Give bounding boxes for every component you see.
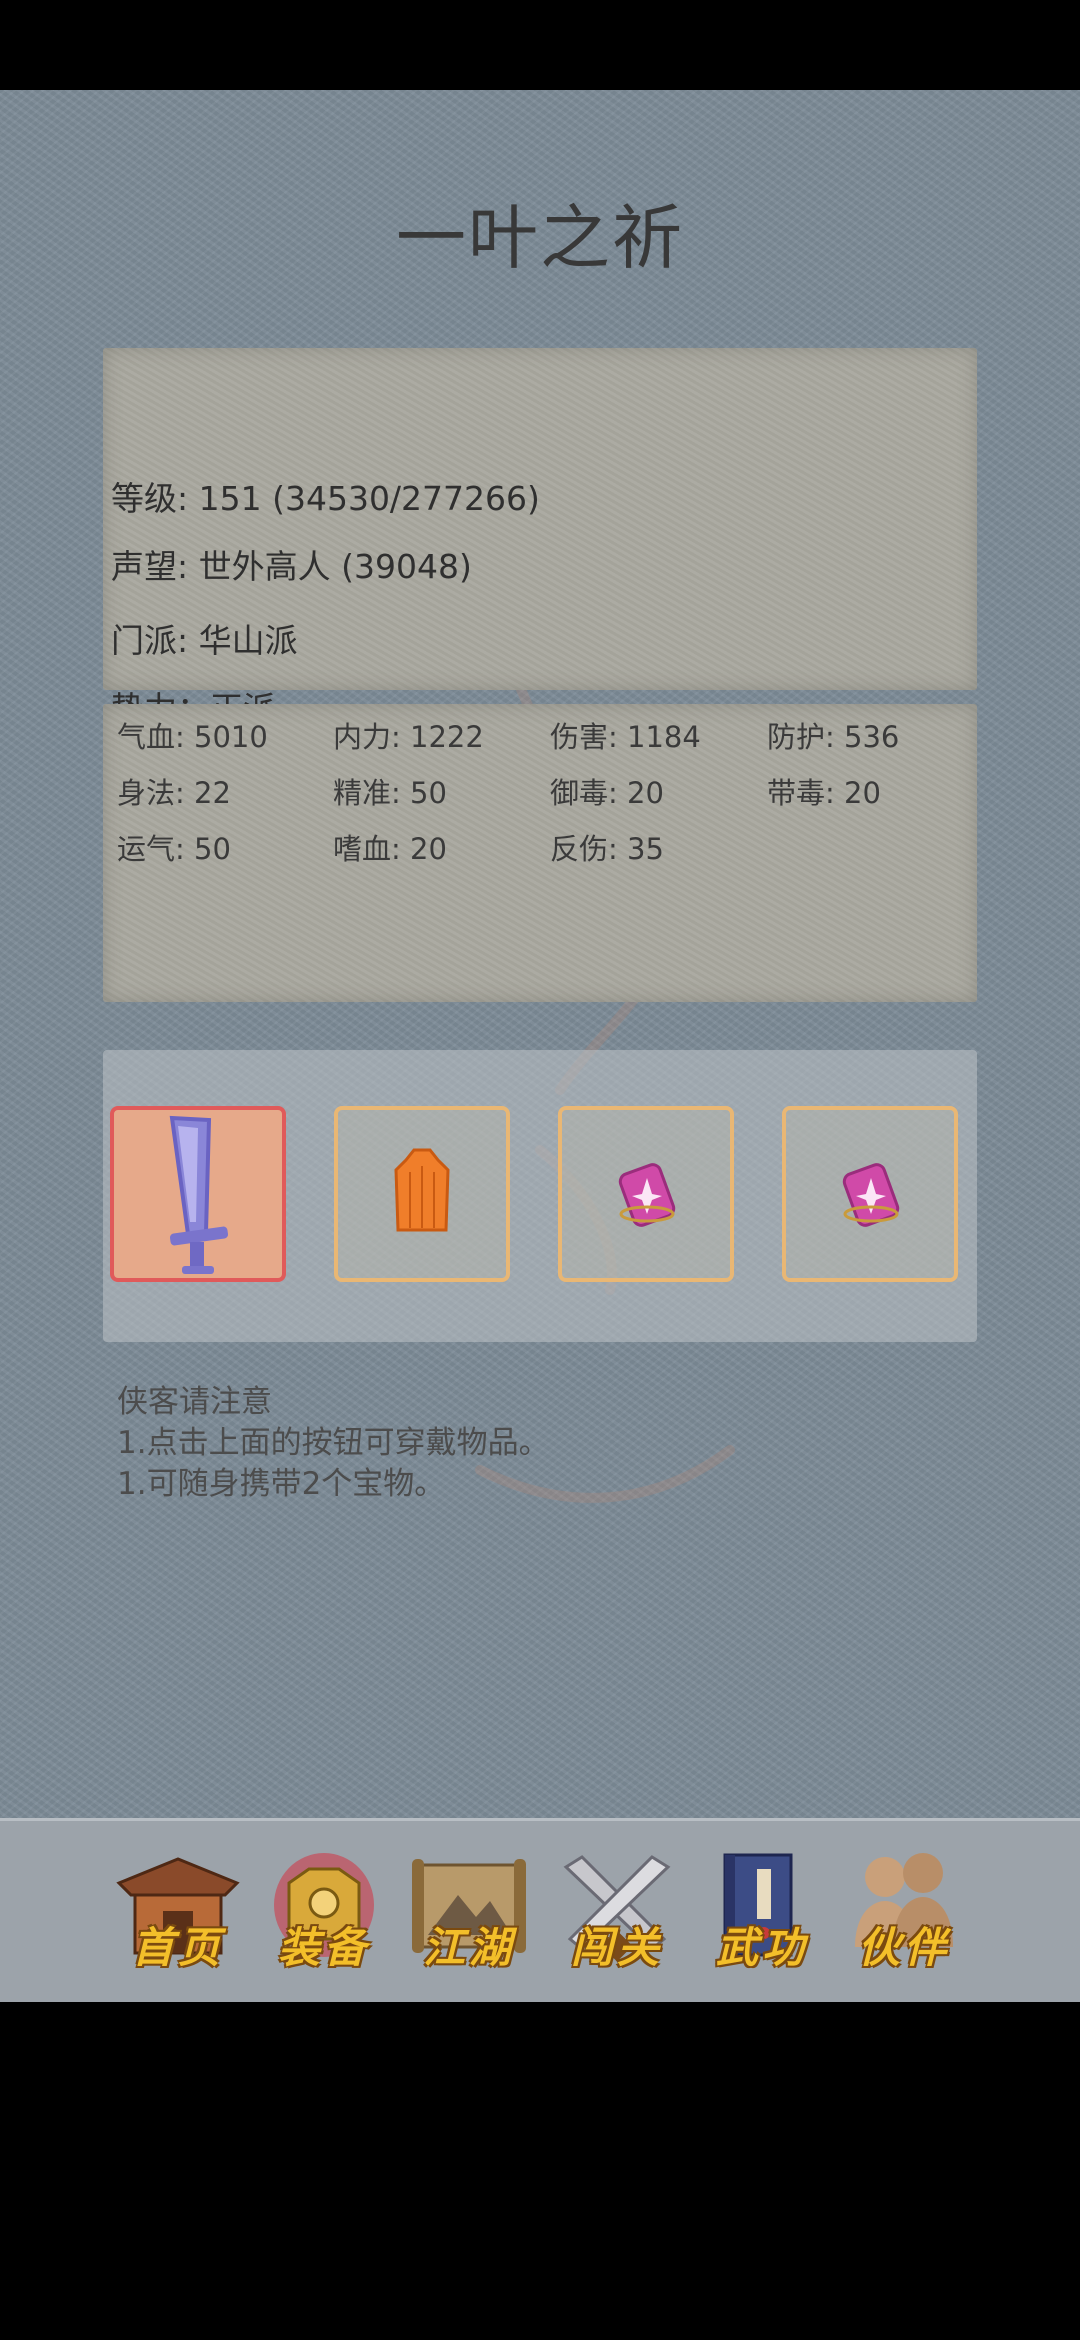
nav-martial-arts-button[interactable]: 武功	[697, 1843, 827, 1983]
nav-jianghu-label: 江湖	[422, 1923, 515, 1972]
sword-icon	[169, 1115, 229, 1274]
equipment-panel	[103, 1050, 977, 1342]
nav-companions-button[interactable]: 伙伴	[839, 1843, 969, 1983]
game-screen: 一叶之祈 等级: 151 (34530/277266) 声望: 世外高人 (39…	[0, 90, 1080, 2002]
tips-line-1: 1.点击上面的按钮可穿戴物品。	[117, 1425, 550, 1461]
character-info-panel: 等级: 151 (34530/277266) 声望: 世外高人 (39048) …	[103, 348, 977, 728]
page-title: 一叶之祈	[396, 197, 684, 279]
stat-poison-resist: 御毒: 20	[550, 776, 664, 810]
tips-heading: 侠客请注意	[117, 1384, 272, 1420]
level-text: 等级: 151 (34530/277266)	[111, 479, 540, 518]
weapon-slot[interactable]	[110, 1106, 286, 1282]
stat-defense: 防护: 536	[767, 720, 900, 754]
stat-reflect: 反伤: 35	[550, 832, 664, 866]
stat-poison: 带毒: 20	[767, 776, 881, 810]
treasure-slot-1[interactable]	[558, 1106, 734, 1282]
nav-equipment-button[interactable]: 装备	[259, 1843, 389, 1983]
nav-companions-label: 伙伴	[857, 1923, 950, 1972]
stat-luck: 运气: 50	[117, 832, 231, 866]
stat-internal-power: 内力: 1222	[333, 720, 484, 754]
tips-line-2: 1.可随身携带2个宝物。	[117, 1466, 446, 1502]
treasure-slot-2[interactable]	[782, 1106, 958, 1282]
bottom-nav-bar: 首页 装备 江湖 闯关 武功 伙伴	[0, 1818, 1080, 2002]
nav-challenge-button[interactable]: 闯关	[552, 1843, 682, 1983]
armor-icon	[394, 1148, 450, 1232]
nav-martial-arts-label: 武功	[715, 1923, 808, 1972]
sect-text: 门派: 华山派	[111, 621, 298, 660]
armor-slot[interactable]	[334, 1106, 510, 1282]
treasure-icon	[842, 1163, 900, 1227]
attribute-panel: 气血: 5010 内力: 1222 伤害: 1184 防护: 536 身法: 2…	[103, 704, 977, 1002]
nav-home-label: 首页	[131, 1923, 224, 1972]
stat-accuracy: 精准: 50	[333, 776, 447, 810]
nav-home-button[interactable]: 首页	[113, 1843, 243, 1983]
stat-damage: 伤害: 1184	[550, 720, 701, 754]
stat-agility: 身法: 22	[117, 776, 231, 810]
stat-lifesteal: 嗜血: 20	[333, 832, 447, 866]
stat-hp: 气血: 5010	[117, 720, 268, 754]
tips-text: 侠客请注意 1.点击上面的按钮可穿戴物品。 1.可随身携带2个宝物。	[117, 1382, 550, 1505]
nav-challenge-label: 闯关	[570, 1923, 663, 1972]
treasure-icon	[618, 1163, 676, 1227]
nav-equipment-label: 装备	[277, 1923, 370, 1972]
reputation-text: 声望: 世外高人 (39048)	[111, 547, 472, 586]
nav-jianghu-button[interactable]: 江湖	[404, 1843, 534, 1983]
